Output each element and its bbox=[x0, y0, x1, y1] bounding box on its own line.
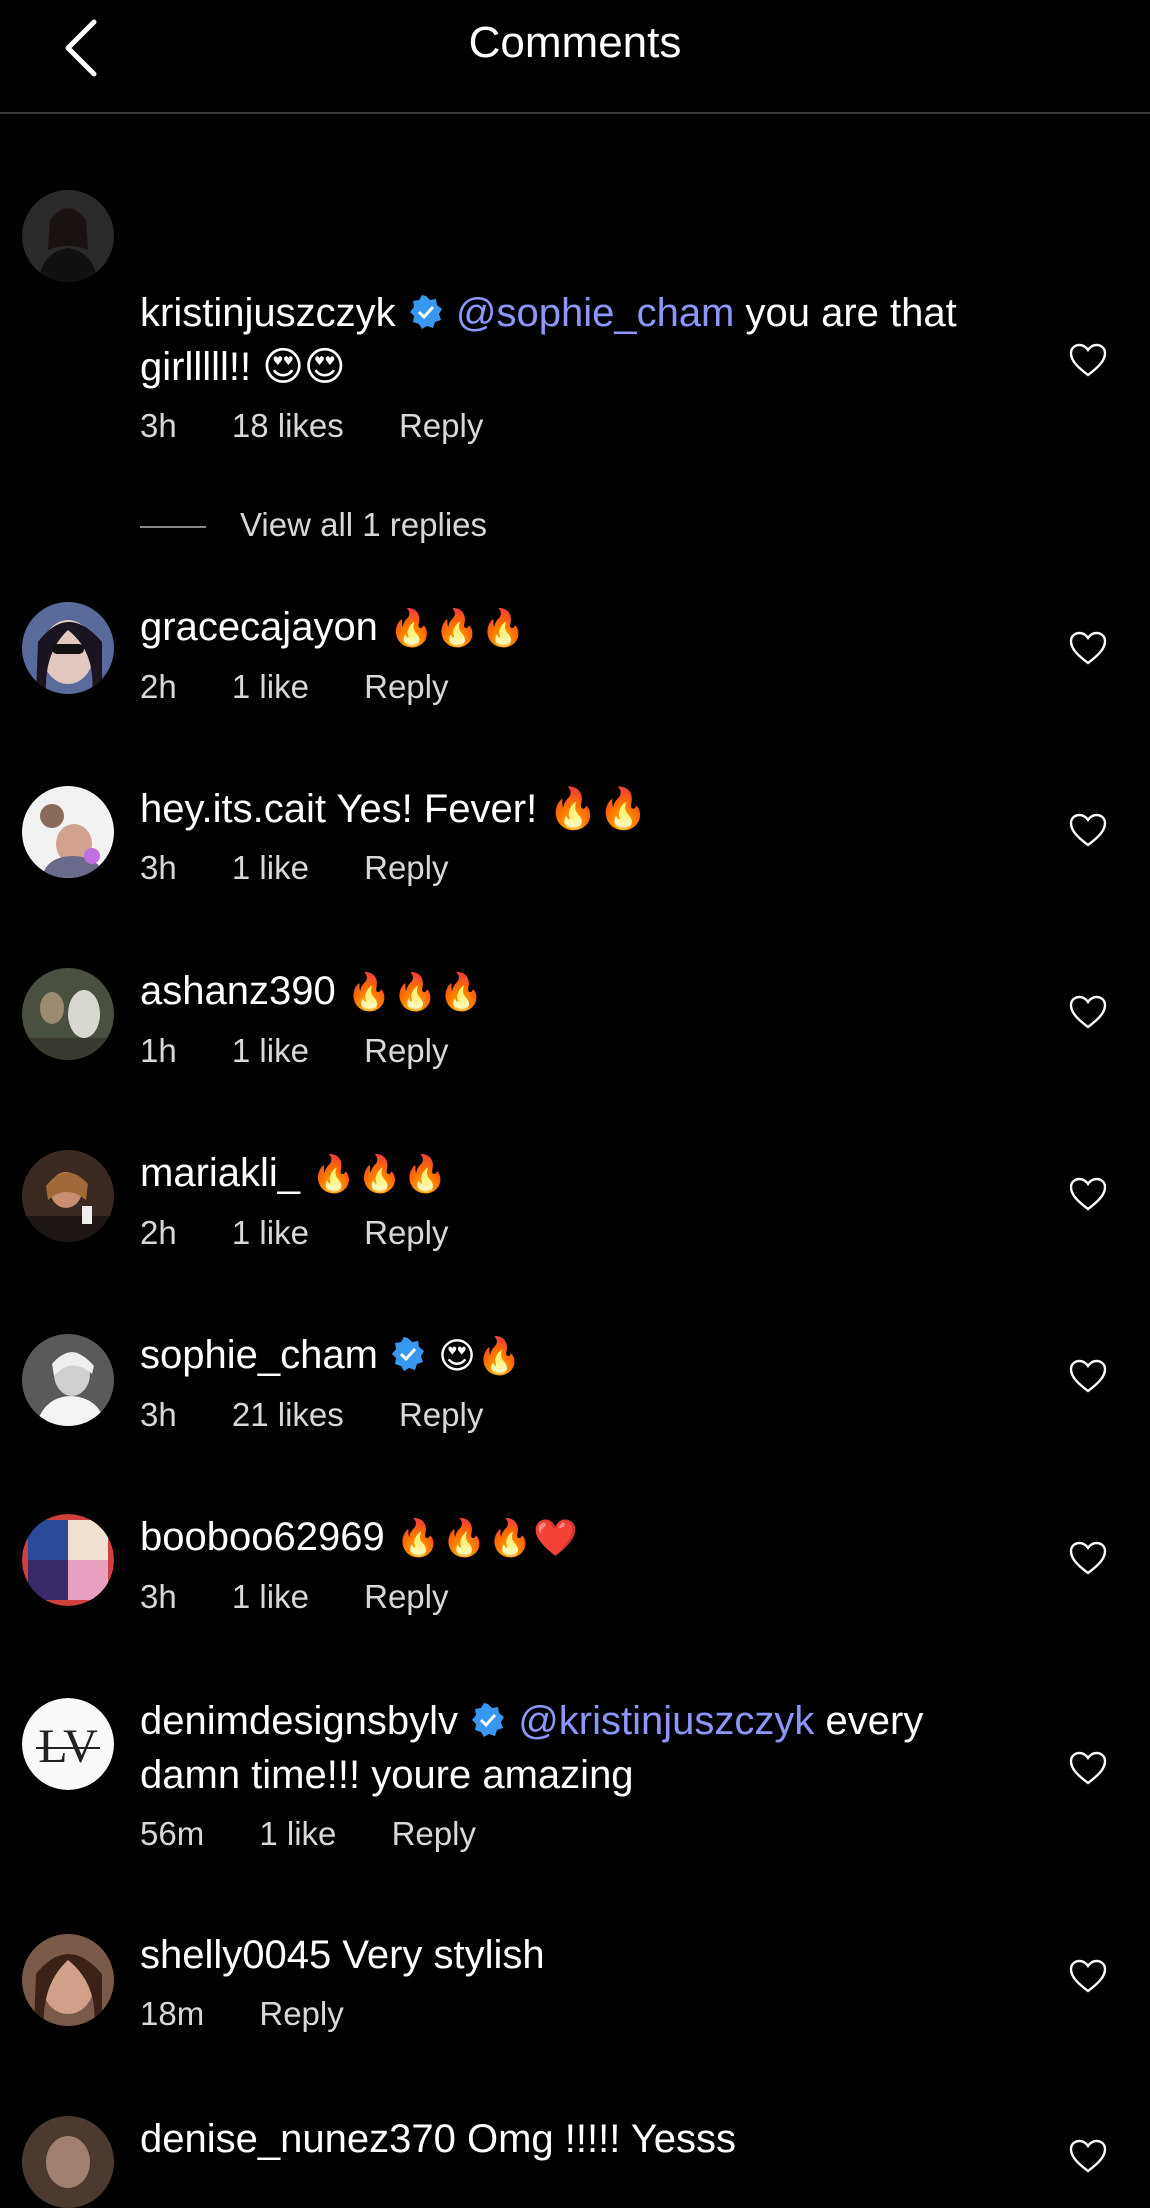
comment-meta: 56m 1 like Reply bbox=[140, 1812, 1000, 1856]
comment-likes[interactable]: 18 likes bbox=[232, 407, 344, 444]
comment-time: 2h bbox=[140, 1214, 177, 1251]
view-replies-link[interactable]: View all 1 replies bbox=[140, 506, 487, 544]
comment-mention[interactable]: @kristinjuszczyk bbox=[518, 1699, 814, 1743]
comment-text: mariakli_ 🔥🔥🔥 bbox=[140, 1146, 1000, 1201]
comment-text: shelly0045 Very stylish bbox=[140, 1928, 1000, 1982]
comment-time: 1h bbox=[140, 1032, 177, 1069]
comment-text: denise_nunez370 Omg !!!!! Yesss bbox=[140, 2112, 1000, 2166]
heart-outline-icon[interactable] bbox=[1068, 1540, 1108, 1576]
comment-time: 56m bbox=[140, 1815, 205, 1852]
comment-username[interactable]: ashanz390 bbox=[140, 969, 336, 1013]
reply-button[interactable]: Reply bbox=[364, 849, 448, 886]
comment-text: denimdesignsbylv @kristinjuszczyk every … bbox=[140, 1694, 1000, 1802]
comment-time: 3h bbox=[140, 407, 177, 444]
verified-badge-icon bbox=[409, 295, 442, 329]
heart-outline-icon[interactable] bbox=[1068, 2138, 1108, 2174]
view-replies-label: View all 1 replies bbox=[240, 506, 488, 543]
comment-body: 🔥🔥🔥 bbox=[346, 971, 485, 1012]
comment-body: Omg !!!!! Yesss bbox=[466, 2117, 736, 2161]
heart-outline-icon[interactable] bbox=[1068, 1176, 1108, 1212]
avatar[interactable] bbox=[22, 1514, 114, 1606]
comment-time: 3h bbox=[140, 1396, 177, 1433]
comment-meta: 18m Reply bbox=[140, 1992, 1000, 2036]
comment-meta: 2h 1 like Reply bbox=[140, 1211, 1000, 1255]
heart-outline-icon[interactable] bbox=[1068, 994, 1108, 1030]
comment-body: 🔥🔥🔥 bbox=[311, 1153, 449, 1194]
comment-text: kristinjuszczyk @sophie_cham you are tha… bbox=[140, 286, 1000, 394]
comment-time: 2h bbox=[140, 668, 177, 705]
reply-button[interactable]: Reply bbox=[399, 1396, 483, 1433]
reply-button[interactable]: Reply bbox=[364, 1032, 448, 1069]
comment-body: Yes! Fever! 🔥🔥 bbox=[336, 787, 648, 831]
comment-text: hey.its.cait Yes! Fever! 🔥🔥 bbox=[140, 782, 1000, 836]
comment-likes[interactable]: 1 like bbox=[232, 849, 309, 886]
avatar[interactable] bbox=[22, 1934, 114, 2026]
heart-outline-icon[interactable] bbox=[1068, 1358, 1108, 1394]
comment-username[interactable]: kristinjuszczyk bbox=[140, 291, 396, 335]
comment-likes[interactable]: 1 like bbox=[232, 1578, 309, 1615]
comment-username[interactable]: gracecajayon bbox=[140, 605, 378, 649]
reply-button[interactable]: Reply bbox=[364, 1214, 448, 1251]
comment-time: 3h bbox=[140, 849, 177, 886]
comment-username[interactable]: denise_nunez370 bbox=[140, 2117, 456, 2161]
verified-badge-icon bbox=[472, 1703, 505, 1737]
avatar[interactable] bbox=[22, 602, 114, 694]
comment-username[interactable]: shelly0045 bbox=[140, 1933, 331, 1977]
heart-outline-icon[interactable] bbox=[1068, 630, 1108, 666]
avatar[interactable] bbox=[22, 968, 114, 1060]
avatar[interactable] bbox=[22, 1334, 114, 1426]
comment-body: 😍🔥 bbox=[438, 1335, 523, 1376]
comment-body: Very stylish bbox=[342, 1933, 545, 1977]
comment-text: gracecajayon 🔥🔥🔥 bbox=[140, 600, 1000, 655]
header-bar: Comments bbox=[0, 0, 1150, 114]
comment-username[interactable]: mariakli_ bbox=[140, 1151, 300, 1195]
avatar[interactable] bbox=[22, 2116, 114, 2208]
comment-meta: 3h 21 likes Reply bbox=[140, 1393, 1000, 1437]
avatar[interactable] bbox=[22, 1150, 114, 1242]
comment-body: 🔥🔥🔥❤️ bbox=[395, 1517, 580, 1558]
comment-body-line2: damn time!!! youre amazing bbox=[140, 1753, 634, 1797]
avatar[interactable] bbox=[22, 190, 114, 282]
heart-outline-icon[interactable] bbox=[1068, 1750, 1108, 1786]
comment-likes[interactable]: 21 likes bbox=[232, 1396, 344, 1433]
comment-time: 3h bbox=[140, 1578, 177, 1615]
comment-likes[interactable]: 1 like bbox=[232, 1032, 309, 1069]
svg-text:LV: LV bbox=[38, 1720, 98, 1773]
comment-username[interactable]: booboo62969 bbox=[140, 1515, 385, 1559]
comment-meta: 3h 1 like Reply bbox=[140, 1575, 1000, 1619]
comment-meta: 3h 1 like Reply bbox=[140, 846, 1000, 890]
comment-time: 18m bbox=[140, 1995, 205, 2032]
comment-mention[interactable]: @sophie_cham bbox=[456, 291, 735, 335]
comment-likes[interactable]: 1 like bbox=[259, 1815, 336, 1852]
avatar[interactable]: LV bbox=[22, 1698, 114, 1790]
comment-body: you are that bbox=[734, 291, 957, 335]
comment-body-line2: girlllll!! 😍😍 bbox=[140, 345, 346, 389]
comment-body: every bbox=[814, 1699, 924, 1743]
page-title: Comments bbox=[468, 18, 682, 67]
reply-button[interactable]: Reply bbox=[392, 1815, 476, 1852]
reply-button[interactable]: Reply bbox=[364, 668, 448, 705]
comment-likes[interactable]: 1 like bbox=[232, 668, 309, 705]
reply-button[interactable]: Reply bbox=[399, 407, 483, 444]
heart-outline-icon[interactable] bbox=[1068, 342, 1108, 378]
avatar[interactable] bbox=[22, 786, 114, 878]
comment-likes[interactable]: 1 like bbox=[232, 1214, 309, 1251]
comment-meta: 1h 1 like Reply bbox=[140, 1029, 1000, 1073]
heart-outline-icon[interactable] bbox=[1068, 812, 1108, 848]
comment-username[interactable]: hey.its.cait bbox=[140, 787, 326, 831]
reply-button[interactable]: Reply bbox=[259, 1995, 343, 2032]
heart-outline-icon[interactable] bbox=[1068, 1958, 1108, 1994]
comment-username[interactable]: sophie_cham bbox=[140, 1333, 378, 1377]
comment-body: 🔥🔥🔥 bbox=[389, 607, 527, 648]
comment-meta: 2h 1 like Reply bbox=[140, 665, 1000, 709]
comment-text: booboo62969 🔥🔥🔥❤️ bbox=[140, 1510, 1000, 1565]
comment-username[interactable]: denimdesignsbylv bbox=[140, 1699, 458, 1743]
comment-meta: 3h 18 likes Reply bbox=[140, 404, 1000, 448]
verified-badge-icon bbox=[392, 1337, 425, 1371]
comment-text: ashanz390 🔥🔥🔥 bbox=[140, 964, 1000, 1019]
comment-text: sophie_cham 😍🔥 bbox=[140, 1328, 1000, 1383]
reply-button[interactable]: Reply bbox=[364, 1578, 448, 1615]
divider-line bbox=[140, 526, 206, 529]
